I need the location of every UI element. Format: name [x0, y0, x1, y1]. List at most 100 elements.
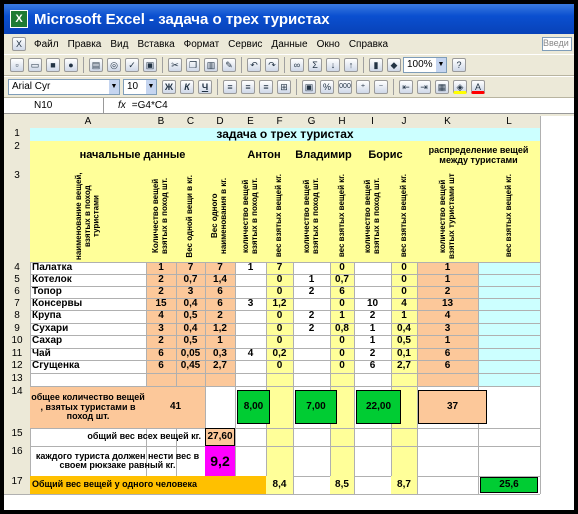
increase-decimal-icon[interactable]: ⁺ [356, 80, 370, 94]
menu-help[interactable]: Справка [349, 39, 388, 50]
item-g: 2 [308, 286, 315, 297]
merge-center-icon[interactable]: ⊞ [277, 80, 291, 94]
row-header-7[interactable]: 7 [4, 298, 30, 310]
decrease-decimal-icon[interactable]: ⁻ [374, 80, 388, 94]
italic-button[interactable]: К [180, 80, 194, 94]
item-name: Топор [32, 286, 62, 297]
column-header-D[interactable]: D [205, 116, 235, 128]
sort-desc-icon[interactable]: ↑ [344, 58, 358, 72]
worksheet-grid[interactable]: A B C D E F G H I J K L 1 2 3 4 5 6 7 8 9 10 11 12 13 14 15 16 17 зад… [4, 116, 574, 510]
row-header-13[interactable]: 13 [4, 373, 30, 386]
menu-data[interactable]: Данные [271, 39, 307, 50]
align-right-icon[interactable]: ≡ [259, 80, 273, 94]
column-header-C[interactable]: C [176, 116, 205, 128]
toolbar-separator [162, 57, 163, 73]
increase-indent-icon[interactable]: ⇥ [417, 80, 431, 94]
row-header-17[interactable]: 17 [4, 476, 30, 494]
align-center-icon[interactable]: ≡ [241, 80, 255, 94]
row-header-9[interactable]: 9 [4, 323, 30, 335]
column-header-A[interactable]: A [30, 116, 146, 128]
menu-insert[interactable]: Вставка [137, 39, 174, 50]
help-search-input[interactable]: Введи [542, 37, 572, 51]
row-header-14[interactable]: 14 [4, 386, 30, 428]
paste-icon[interactable]: ▥ [204, 58, 218, 72]
item-k: 6 [444, 360, 451, 372]
row-header-4[interactable]: 4 [4, 262, 30, 274]
row-header-10[interactable]: 10 [4, 335, 30, 348]
new-icon[interactable]: ▫ [10, 58, 24, 72]
spelling-icon[interactable]: ✓ [125, 58, 139, 72]
row-header-3[interactable]: 3 [4, 170, 30, 262]
borders-icon[interactable]: ▦ [435, 80, 449, 94]
menu-tools[interactable]: Сервис [228, 39, 262, 50]
zoom-select[interactable]: 100% ▼ [403, 57, 447, 73]
row-header-5[interactable]: 5 [4, 274, 30, 286]
fx-icon[interactable]: fx [118, 100, 126, 111]
column-header-B[interactable]: B [146, 116, 176, 128]
column-header-I[interactable]: I [354, 116, 391, 128]
decrease-indent-icon[interactable]: ⇤ [399, 80, 413, 94]
font-select[interactable]: Arial Cyr ▼ [8, 79, 120, 95]
sort-asc-icon[interactable]: ↓ [326, 58, 340, 72]
chevron-down-icon: ▼ [436, 58, 446, 72]
permission-icon[interactable]: ● [64, 58, 78, 72]
research-icon[interactable]: ▣ [143, 58, 157, 72]
menu-edit[interactable]: Правка [68, 39, 102, 50]
drawing-icon[interactable]: ◆ [387, 58, 401, 72]
help-icon[interactable]: ? [452, 58, 466, 72]
column-header-F[interactable]: F [266, 116, 293, 128]
preview-icon[interactable]: ◎ [107, 58, 121, 72]
chart-icon[interactable]: ▮ [369, 58, 383, 72]
item-qty: 15 [155, 298, 167, 309]
menu-file[interactable]: Файл [34, 39, 59, 50]
column-header-J[interactable]: J [391, 116, 417, 128]
copy-icon[interactable]: ❐ [186, 58, 200, 72]
row-header-8[interactable]: 8 [4, 310, 30, 323]
column-caption-h_pqty-text: количество вещей взятых в поход шт. [240, 177, 259, 255]
select-all-corner[interactable] [4, 116, 30, 128]
item-w: 0,05 [180, 348, 201, 359]
menu-format[interactable]: Формат [184, 39, 220, 50]
percent-button[interactable]: % [320, 80, 334, 94]
underline-button[interactable]: Ч [198, 80, 212, 94]
row-header-6[interactable]: 6 [4, 286, 30, 298]
print-icon[interactable]: ▤ [89, 58, 103, 72]
autosum-icon[interactable]: Σ [308, 58, 322, 72]
item-k: 2 [444, 286, 451, 297]
hyperlink-icon[interactable]: ∞ [290, 58, 304, 72]
item-tot: 1,4 [213, 274, 227, 285]
currency-icon[interactable]: ▣ [302, 80, 316, 94]
comma-button[interactable]: 000 [338, 80, 352, 94]
font-size-select[interactable]: 10 ▼ [123, 79, 157, 95]
menu-window[interactable]: Окно [317, 39, 340, 50]
row-header-11[interactable]: 11 [4, 348, 30, 360]
fill-color-icon[interactable]: ◈ [453, 80, 467, 94]
undo-icon[interactable]: ↶ [247, 58, 261, 72]
bold-button[interactable]: Ж [162, 80, 176, 94]
item-h: 6 [339, 286, 345, 297]
row-header-15[interactable]: 15 [4, 428, 30, 446]
row-header-2[interactable]: 2 [4, 141, 30, 170]
formula-input[interactable]: =G4*C4 [132, 100, 168, 111]
open-icon[interactable]: ▭ [28, 58, 42, 72]
row-header-16[interactable]: 16 [4, 446, 30, 476]
align-left-icon[interactable]: ≡ [223, 80, 237, 94]
menu-view[interactable]: Вид [110, 39, 128, 50]
font-color-icon[interactable]: A [471, 80, 485, 94]
save-icon[interactable]: ■ [46, 58, 60, 72]
row-header-12[interactable]: 12 [4, 360, 30, 373]
workbook-icon[interactable]: X [12, 37, 26, 51]
column-header-E[interactable]: E [235, 116, 266, 128]
total-items-label: общее количество вещей , взятых туристам… [30, 387, 146, 428]
row-header-1[interactable]: 1 [4, 128, 30, 141]
item-qty: 6 [158, 360, 164, 372]
name-box[interactable]: N10 [4, 97, 104, 114]
format-painter-icon[interactable]: ✎ [222, 58, 236, 72]
vladimir-weight-sum: 8,5 [330, 476, 354, 494]
column-header-H[interactable]: H [330, 116, 354, 128]
column-header-G[interactable]: G [293, 116, 330, 128]
column-header-K[interactable]: K [417, 116, 478, 128]
redo-icon[interactable]: ↷ [265, 58, 279, 72]
column-header-L[interactable]: L [478, 116, 540, 128]
cut-icon[interactable]: ✂ [168, 58, 182, 72]
